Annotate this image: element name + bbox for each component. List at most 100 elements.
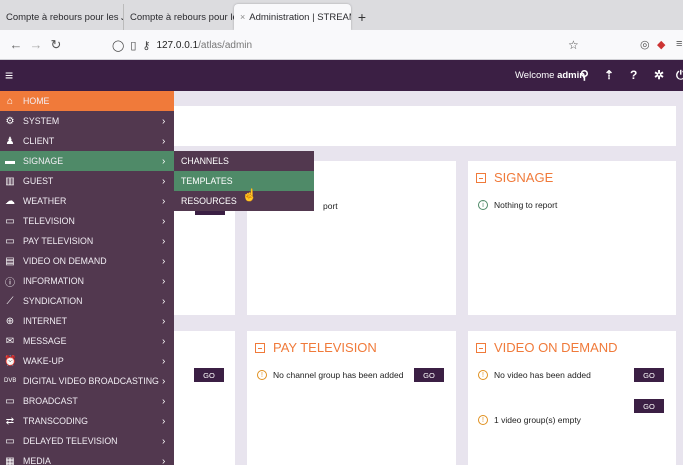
collapse-icon[interactable]: [476, 342, 486, 353]
go-label: GO: [643, 370, 655, 380]
transcoding-icon: ⇄: [5, 415, 15, 427]
chevron-right-icon: ›: [162, 195, 166, 207]
sidebar-item-label: DELAYED TELEVISION: [23, 436, 118, 446]
search-icon[interactable]: ⚲: [580, 68, 589, 82]
video-on-demand-panel-title: VIDEO ON DEMAND: [476, 340, 618, 355]
tab-favicon-icon: ×: [240, 12, 246, 22]
browser-tab-3-active[interactable]: × Administration | STREAMM ×: [234, 4, 351, 30]
sidebar-item-video-on-demand[interactable]: ▤ VIDEO ON DEMAND ›: [0, 251, 174, 271]
pocket-icon[interactable]: ◎: [640, 38, 650, 51]
dvb-icon: DVB: [4, 378, 17, 384]
sidebar-item-transcoding[interactable]: ⇄ TRANSCODING ›: [0, 411, 174, 431]
guest-icon: ▥: [5, 175, 15, 187]
submenu-item-channels[interactable]: CHANNELS: [174, 151, 314, 171]
sidebar-item-home[interactable]: ⌂ HOME: [0, 91, 174, 111]
sidebar-item-wake-up[interactable]: ⏰ WAKE-UP ›: [0, 351, 174, 371]
sidebar-item-weather[interactable]: ☁ WEATHER ›: [0, 191, 174, 211]
sidebar-item-delayed-television[interactable]: ▭ DELAYED TELEVISION ›: [0, 431, 174, 451]
middle-panel-message-text: port: [323, 201, 338, 211]
extension-icon[interactable]: ◆: [657, 38, 665, 51]
pay-television-status-text: No channel group has been added: [273, 370, 404, 380]
sidebar-item-television[interactable]: ▭ TELEVISION ›: [0, 211, 174, 231]
home-icon: ⌂: [6, 95, 14, 107]
plus-icon: +: [357, 9, 367, 25]
submenu-label: RESOURCES: [181, 196, 237, 206]
sidebar-item-signage[interactable]: ▬ SIGNAGE ›: [0, 151, 174, 171]
sidebar-item-digital-video-broadcasting[interactable]: DVB DIGITAL VIDEO BROADCASTING ›: [0, 371, 174, 391]
signage-title-text: SIGNAGE: [494, 170, 554, 185]
sidebar-item-message[interactable]: ✉ MESSAGE ›: [0, 331, 174, 351]
chevron-right-icon: ›: [162, 175, 166, 187]
sidebar-item-information[interactable]: ⓘ INFORMATION ›: [0, 271, 174, 291]
sidebar-item-label: BROADCAST: [23, 396, 78, 406]
vod-status-text-2: 1 video group(s) empty: [494, 415, 581, 425]
rss-icon: ⟋: [6, 295, 14, 307]
sidebar-item-label: SYSTEM: [23, 116, 60, 126]
browser-tab-bar: Compte à rebours pour les J(C × Compte à…: [0, 0, 683, 30]
sidebar-item-label: SYNDICATION: [23, 296, 83, 306]
sidebar-item-label: HOME: [23, 96, 50, 106]
chevron-right-icon: ›: [162, 455, 166, 465]
url-path: /atlas/admin: [198, 39, 253, 51]
warning-circle-icon: !: [257, 370, 267, 380]
sidebar-item-label: MEDIA: [23, 456, 51, 465]
forward-arrow-icon[interactable]: →: [26, 37, 46, 52]
weather-icon: ☁: [5, 195, 15, 207]
pay-television-icon: ▭: [5, 235, 15, 247]
sidebar: ⌂ HOME ⚙ SYSTEM › ♟ CLIENT › ▬ SIGNAGE ›…: [0, 91, 174, 465]
go-button[interactable]: GO: [414, 368, 444, 382]
chevron-right-icon: ›: [162, 255, 166, 267]
sidebar-item-label: WAKE-UP: [23, 356, 64, 366]
settings-gear-icon[interactable]: ✲: [654, 68, 664, 82]
sidebar-item-media[interactable]: ▦ MEDIA ›: [0, 451, 174, 465]
sidebar-item-syndication[interactable]: ⟋ SYNDICATION ›: [0, 291, 174, 311]
tab-3-label: Administration | STREAM: [249, 11, 351, 23]
welcome-prefix: Welcome: [515, 70, 555, 81]
browser-tab-2[interactable]: Compte à rebours pour les J(C ×: [123, 4, 234, 30]
hamburger-menu-icon[interactable]: ≡: [5, 68, 16, 82]
chevron-right-icon: ›: [162, 415, 166, 427]
vod-status-row-2: ! 1 video group(s) empty: [478, 415, 581, 425]
upload-icon[interactable]: ⇡: [604, 68, 614, 82]
bookmark-star-icon[interactable]: ☆: [568, 38, 579, 52]
new-tab-button[interactable]: +: [351, 4, 373, 30]
signage-panel: SIGNAGE i Nothing to report: [468, 161, 676, 315]
chevron-right-icon: ›: [162, 375, 166, 387]
left-partial-panel-2: GO: [174, 331, 235, 465]
video-on-demand-title-text: VIDEO ON DEMAND: [494, 340, 618, 355]
browser-nav-bar: ← → ↻ ◯ ▯ ⚷ 127.0.0.1/atlas/admin ☆ ◎ ◆ …: [0, 30, 683, 60]
signage-panel-title: SIGNAGE: [476, 170, 553, 185]
sidebar-item-pay-television[interactable]: ▭ PAY TELEVISION ›: [0, 231, 174, 251]
sidebar-item-broadcast[interactable]: ▭ BROADCAST ›: [0, 391, 174, 411]
globe-icon: ⊕: [5, 315, 15, 327]
sidebar-item-label: SIGNAGE: [23, 156, 64, 166]
warning-circle-icon: !: [478, 370, 488, 380]
sidebar-item-guest[interactable]: ▥ GUEST ›: [0, 171, 174, 191]
info-circle-icon: i: [478, 200, 488, 210]
sidebar-item-client[interactable]: ♟ CLIENT ›: [0, 131, 174, 151]
chevron-right-icon: ›: [162, 395, 166, 407]
go-button[interactable]: GO: [634, 368, 664, 382]
chevron-right-icon: ›: [162, 135, 166, 147]
sidebar-item-system[interactable]: ⚙ SYSTEM ›: [0, 111, 174, 131]
collapse-icon[interactable]: [476, 172, 486, 183]
url-bar[interactable]: ◯ ▯ ⚷ 127.0.0.1/atlas/admin: [112, 34, 582, 56]
submenu-label: CHANNELS: [181, 156, 229, 166]
back-arrow-icon[interactable]: ←: [6, 37, 26, 52]
power-icon[interactable]: ⏻: [676, 68, 683, 83]
reload-icon[interactable]: ↻: [46, 37, 66, 53]
vod-status-text-1: No video has been added: [494, 370, 591, 380]
page-icon: ▯: [130, 39, 137, 52]
sidebar-item-label: WEATHER: [23, 196, 67, 206]
go-button[interactable]: GO: [634, 399, 664, 413]
sidebar-item-internet[interactable]: ⊕ INTERNET ›: [0, 311, 174, 331]
go-label: GO: [643, 401, 655, 411]
collapse-icon[interactable]: [255, 342, 265, 353]
browser-tab-1[interactable]: Compte à rebours pour les J(C ×: [0, 4, 123, 30]
go-label: GO: [423, 370, 435, 380]
chevron-right-icon: ›: [162, 275, 166, 287]
help-icon[interactable]: ?: [630, 68, 637, 82]
go-button[interactable]: GO: [194, 368, 224, 382]
menu-icon[interactable]: ≡: [676, 38, 682, 50]
cogs-icon: ⚙: [5, 115, 15, 127]
